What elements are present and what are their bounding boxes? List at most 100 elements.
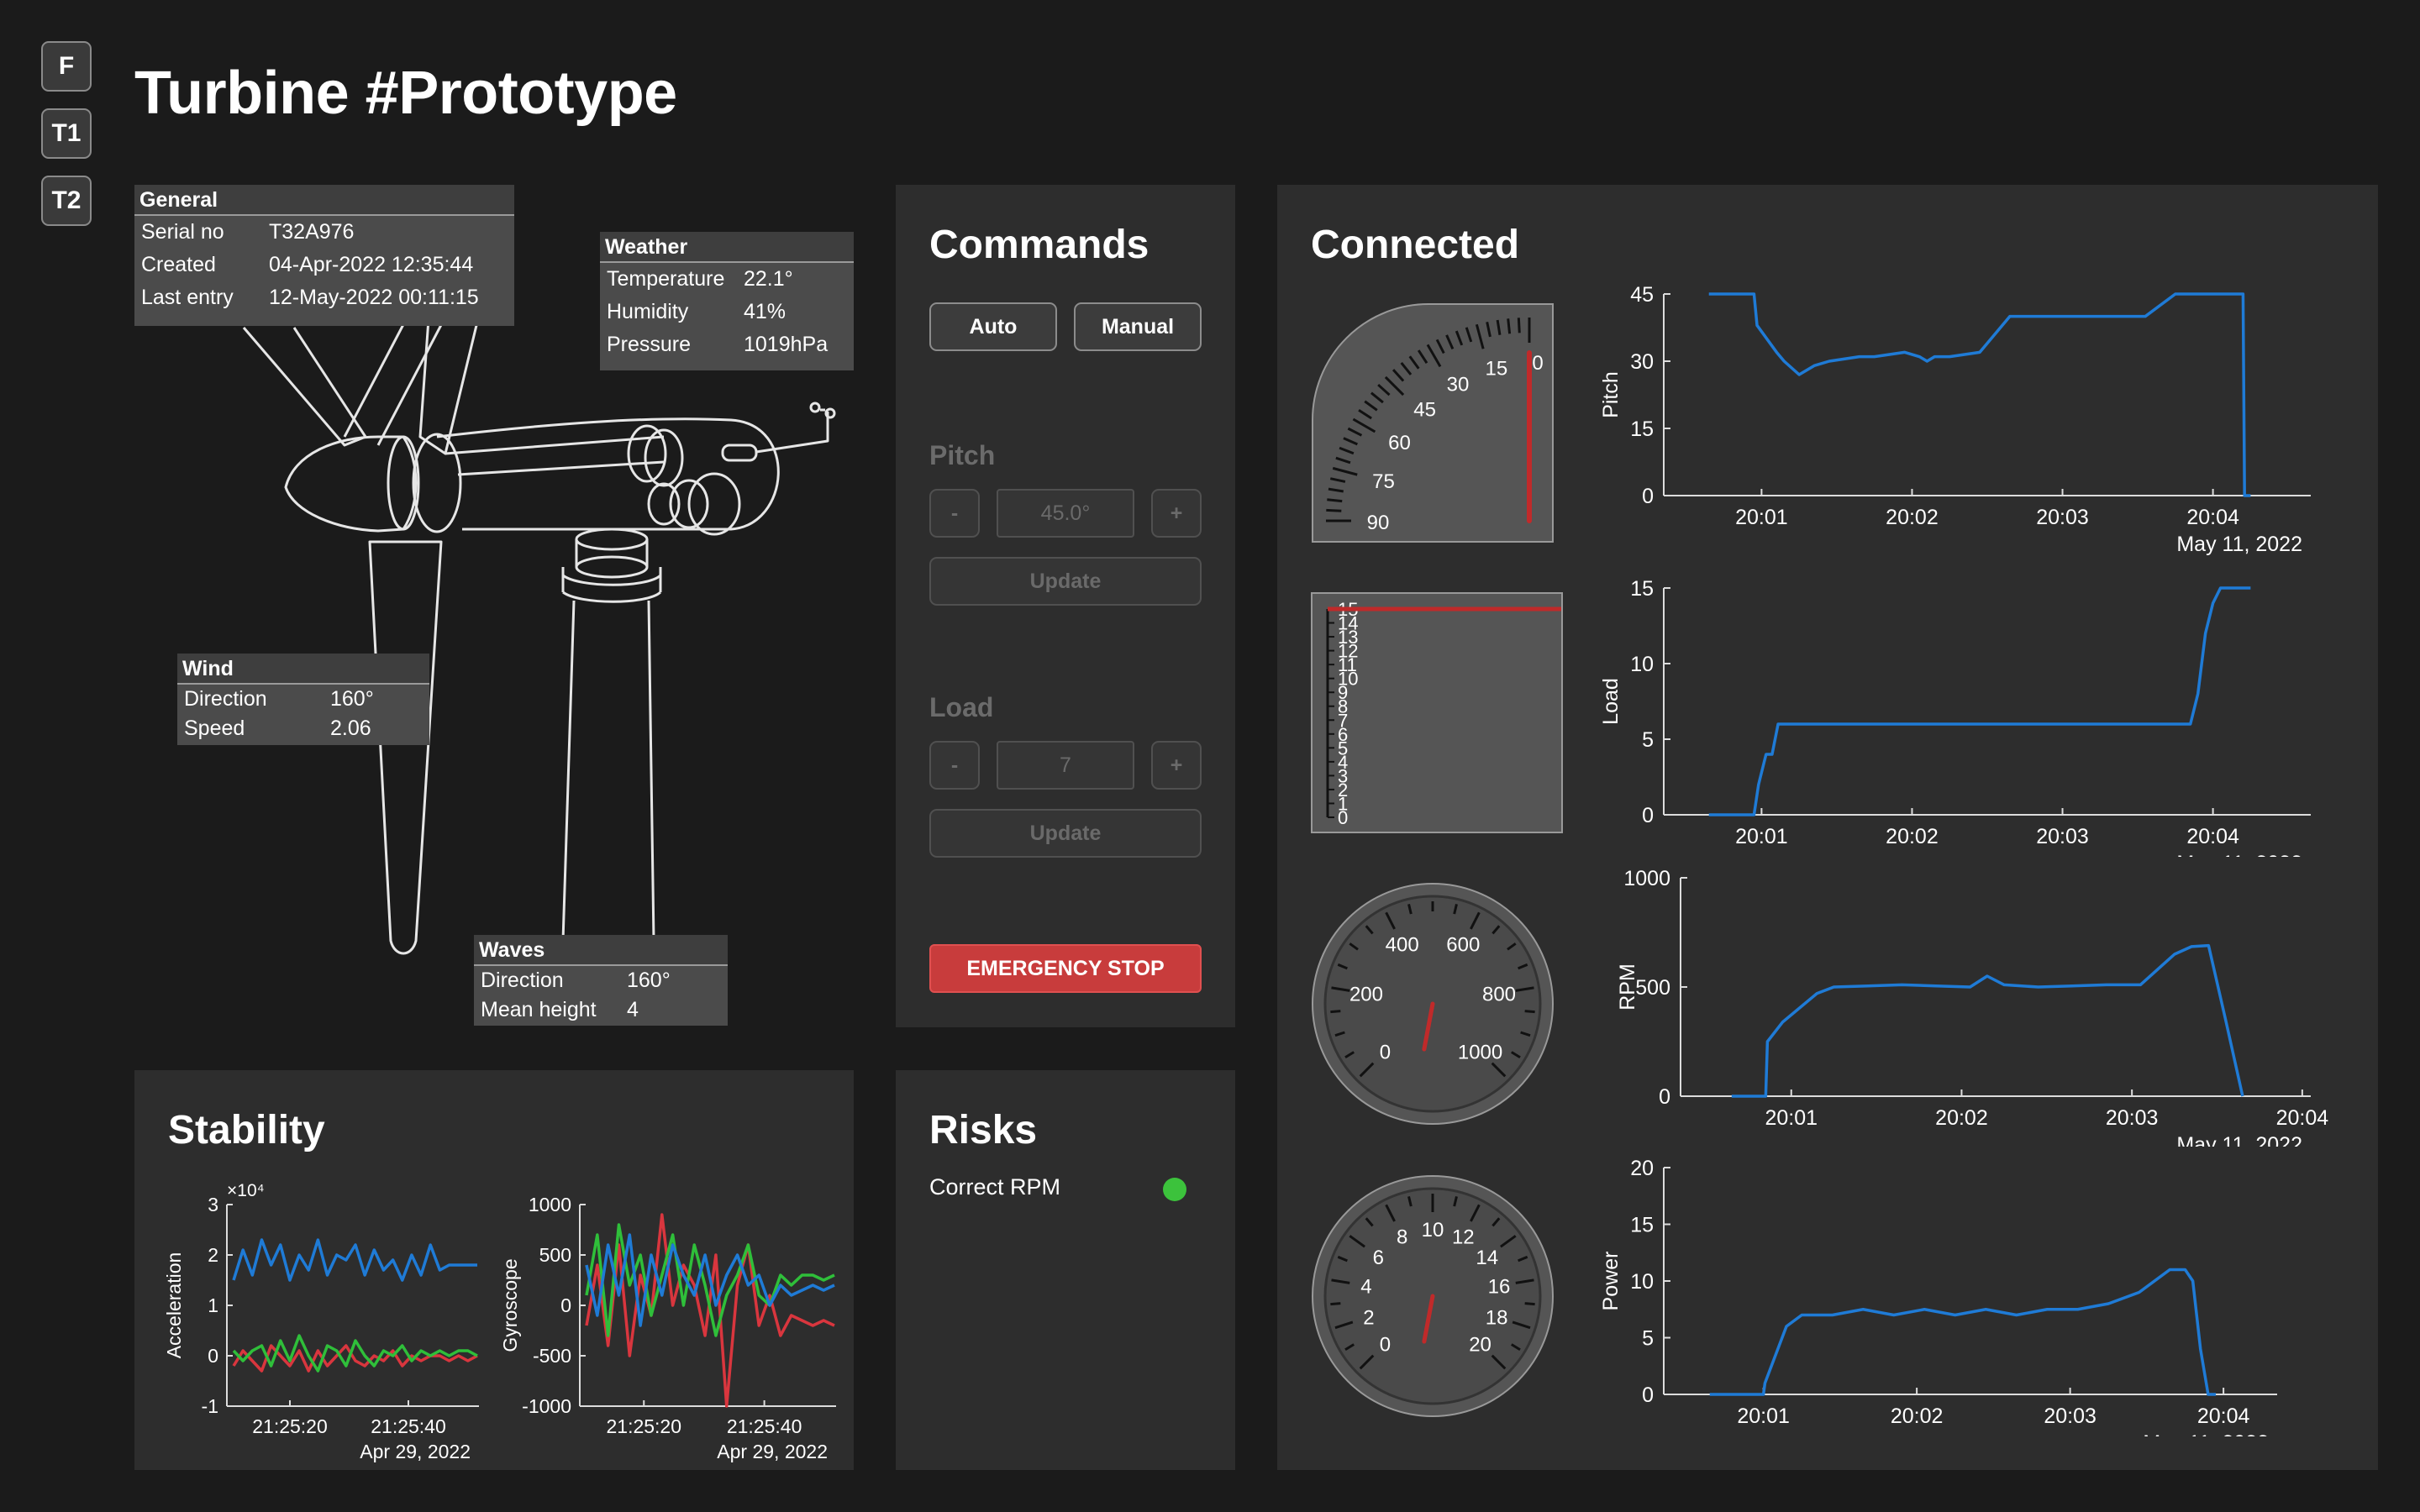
pitch-gauge: 0 15 30 4560 75 90 bbox=[1312, 303, 1554, 543]
gauge-tick-label: 0 bbox=[1532, 352, 1543, 375]
weather-value: 41% bbox=[744, 300, 786, 323]
risks-title: Risks bbox=[929, 1108, 1038, 1152]
commands-title: Commands bbox=[929, 223, 1150, 267]
y-tick-label: 30 bbox=[1630, 350, 1654, 374]
load-minus-button[interactable]: - bbox=[929, 741, 980, 790]
x-tick-label: 20:02 bbox=[1935, 1106, 1988, 1130]
y-tick-label: -500 bbox=[533, 1345, 571, 1367]
wind-key: Speed bbox=[184, 717, 245, 740]
general-value: T32A976 bbox=[269, 220, 355, 244]
wind-header: Wind bbox=[177, 654, 429, 685]
x-tick-label: 21:25:40 bbox=[727, 1415, 802, 1437]
x-tick-label: 20:01 bbox=[1765, 1106, 1818, 1130]
gauge-tick-label: 8 bbox=[1397, 1226, 1407, 1249]
y-tick-label: -1000 bbox=[522, 1395, 571, 1417]
gauge-tick-label: 75 bbox=[1372, 470, 1395, 493]
gauge-tick-label: 400 bbox=[1386, 934, 1419, 957]
x-tick-label: 20:03 bbox=[2044, 1404, 2096, 1428]
y-tick-label: 15 bbox=[1630, 1214, 1654, 1237]
x-date-label: May 11, 2022 bbox=[2176, 852, 2302, 857]
general-info-box: General Serial no T32A976 Created 04-Apr-2… bbox=[134, 185, 514, 326]
x-tick-label: 20:04 bbox=[2186, 506, 2239, 529]
general-header: General bbox=[134, 185, 514, 216]
blade-lower bbox=[368, 540, 443, 955]
y-tick-label: 0 bbox=[1642, 1383, 1654, 1407]
pitch-input[interactable]: 45.0° bbox=[997, 489, 1134, 538]
waves-value: 160° bbox=[627, 969, 671, 992]
commands-panel: Commands Auto Manual Pitch - 45.0° + Upd… bbox=[896, 185, 1235, 1027]
pitch-label: Pitch bbox=[929, 440, 996, 470]
y-tick-label: 3 bbox=[208, 1194, 218, 1215]
weather-info-box: Weather Temperature 22.1° Humidity 41% Pre… bbox=[600, 232, 854, 370]
series-line bbox=[1708, 586, 2251, 816]
load-chart: 0 5 10 15 20:01 20:02 20:03 20:04 May 11, 2022 Lo… bbox=[1599, 577, 2311, 857]
pitch-update-button[interactable]: Update bbox=[929, 557, 1202, 606]
wind-value: 160° bbox=[330, 687, 374, 711]
x-tick-label: 20:03 bbox=[2036, 825, 2089, 848]
pitch-chart: 0 15 30 45 20:01 20:02 20:03 20:04 May 11, 2022 P… bbox=[1599, 283, 2311, 556]
y-tick-label: 15 bbox=[1630, 417, 1654, 441]
emergency-stop-button[interactable]: EMERGENCY STOP bbox=[929, 944, 1202, 993]
sidebar-button-t2[interactable]: T2 bbox=[41, 176, 92, 226]
gauge-tick bbox=[1517, 318, 1521, 333]
turbine-hub bbox=[284, 435, 418, 533]
gauge-tick-label: 10 bbox=[1422, 1219, 1444, 1242]
x-tick-label: 20:01 bbox=[1735, 825, 1788, 848]
gauge-tick-label: 1000 bbox=[1458, 1042, 1502, 1064]
page-title: Turbine #Prototype bbox=[134, 60, 677, 127]
waves-header: Waves bbox=[474, 935, 728, 966]
y-tick-label: 10 bbox=[1630, 1270, 1654, 1294]
gauge-tick bbox=[1327, 498, 1343, 503]
sidebar-button-f[interactable]: F bbox=[41, 41, 92, 92]
y-axis-label: Load bbox=[1599, 678, 1623, 725]
waves-key: Mean height bbox=[481, 998, 597, 1021]
risks-panel: Risks Correct RPM bbox=[896, 1070, 1235, 1470]
general-value: 04-Apr-2022 12:35:44 bbox=[269, 253, 474, 276]
weather-key: Temperature bbox=[607, 267, 725, 291]
gauge-tick bbox=[1524, 1010, 1535, 1014]
sidebar-button-t1[interactable]: T1 bbox=[41, 108, 92, 159]
wind-key: Direction bbox=[184, 687, 267, 711]
series-line-blue bbox=[232, 1238, 477, 1282]
auto-button[interactable]: Auto bbox=[929, 302, 1057, 351]
load-gauge: 0123456789101112131415 bbox=[1311, 592, 1563, 833]
series-line bbox=[1709, 1268, 2216, 1396]
pitch-minus-button[interactable]: - bbox=[929, 489, 980, 538]
blade-upper-left bbox=[242, 327, 367, 447]
weather-key: Pressure bbox=[607, 333, 692, 356]
general-key: Created bbox=[141, 253, 216, 276]
y-axis-label: RPM bbox=[1616, 963, 1639, 1011]
load-input[interactable]: 7 bbox=[997, 741, 1134, 790]
gyroscope-chart: -1000 -500 0 500 1000 21:25:20 21:25:40 Apr 29,… bbox=[499, 1194, 836, 1462]
weather-value: 1019hPa bbox=[744, 333, 829, 356]
pitch-plus-button[interactable]: + bbox=[1151, 489, 1202, 538]
load-label: Load bbox=[929, 692, 994, 722]
power-chart: 0 5 10 15 20 20:01 20:02 20:03 20:04 May 11, 2022… bbox=[1599, 1157, 2277, 1436]
y-tick-label: 0 bbox=[1659, 1085, 1670, 1109]
y-tick-label: 1000 bbox=[1623, 867, 1670, 890]
general-value: 12-May-2022 00:11:15 bbox=[269, 286, 479, 309]
load-update-button[interactable]: Update bbox=[929, 809, 1202, 858]
x-date-label: May 11, 2022 bbox=[2176, 1133, 2302, 1147]
x-date-label: May 11, 2022 bbox=[2176, 533, 2302, 556]
gauge-tick-label: 90 bbox=[1367, 512, 1390, 534]
y-axis-label: Gyroscope bbox=[499, 1258, 521, 1352]
gauge-tick-label: 15 bbox=[1485, 357, 1507, 380]
gauge-tick-label: 45 bbox=[1413, 399, 1436, 422]
gauge-tick-label: 800 bbox=[1482, 983, 1516, 1005]
x-tick-label: 20:01 bbox=[1737, 1404, 1790, 1428]
x-tick-label: 20:03 bbox=[2106, 1106, 2159, 1130]
gauge-tick-label: 18 bbox=[1486, 1307, 1508, 1330]
stability-title: Stability bbox=[168, 1108, 325, 1152]
y-tick-label: 0 bbox=[1642, 485, 1654, 508]
y-tick-label: 5 bbox=[1642, 1327, 1654, 1351]
waves-info-box: Waves Direction 160° Mean height 4 bbox=[474, 935, 728, 1026]
gauge-tick bbox=[1507, 318, 1512, 334]
gauge-tick-label: 20 bbox=[1469, 1334, 1491, 1357]
manual-button[interactable]: Manual bbox=[1074, 302, 1202, 351]
waves-key: Direction bbox=[481, 969, 564, 992]
gauge-tick-label: 30 bbox=[1447, 373, 1470, 396]
load-plus-button[interactable]: + bbox=[1151, 741, 1202, 790]
weather-header: Weather bbox=[600, 232, 854, 263]
y-tick-label: 0 bbox=[560, 1294, 571, 1316]
